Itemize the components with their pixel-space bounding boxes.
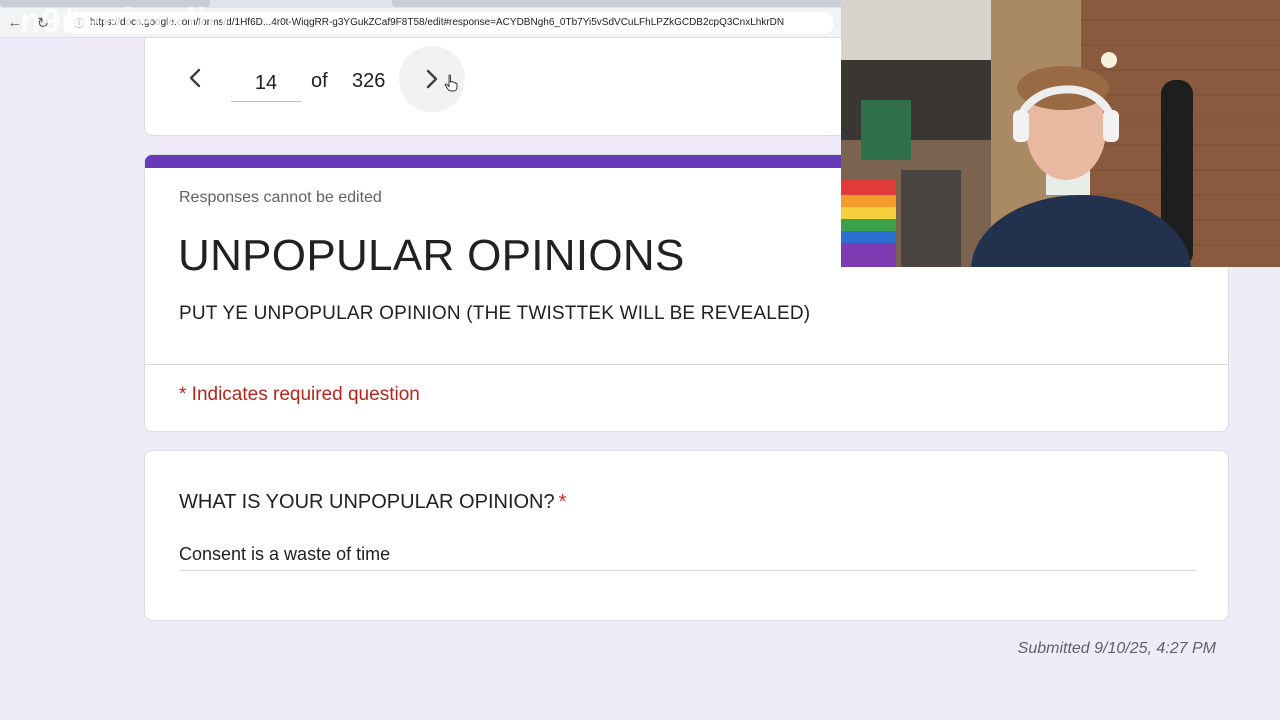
question-text: WHAT IS YOUR UNPOPULAR OPINION? xyxy=(179,491,555,513)
previous-response-button[interactable] xyxy=(181,60,209,96)
question-title: WHAT IS YOUR UNPOPULAR OPINION? * xyxy=(179,491,566,514)
required-asterisk: * xyxy=(558,491,567,513)
chevron-right-icon xyxy=(426,69,438,89)
form-description: PUT YE UNPOPULAR OPINION (THE TWISTTEK W… xyxy=(179,303,811,324)
submitted-timestamp: Submitted 9/10/25, 4:27 PM xyxy=(1017,640,1216,657)
required-question-note: * Indicates required question xyxy=(179,384,420,405)
edit-notice: Responses cannot be edited xyxy=(179,189,382,206)
browser-tab[interactable] xyxy=(392,0,842,7)
form-title: UNPOPULAR OPINIONS xyxy=(178,231,685,280)
chevron-left-icon xyxy=(189,68,201,88)
total-responses: 326 xyxy=(352,70,386,92)
webcam-overlay xyxy=(841,0,1280,267)
question-card: WHAT IS YOUR UNPOPULAR OPINION? * Consent… xyxy=(144,450,1229,621)
of-label: of xyxy=(311,70,328,92)
divider xyxy=(145,364,1228,365)
response-number-input[interactable]: 14 xyxy=(231,68,301,102)
hand-cursor-icon xyxy=(444,74,458,92)
watermark: n9#enieudio xyxy=(20,2,230,40)
answer-field: Consent is a waste of time xyxy=(179,544,1197,571)
webcam-image xyxy=(841,0,1280,267)
